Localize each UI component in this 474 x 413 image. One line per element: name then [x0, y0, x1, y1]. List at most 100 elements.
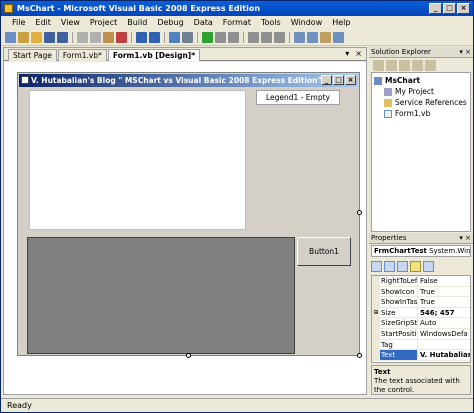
find-icon[interactable] — [182, 32, 193, 43]
designed-form[interactable]: V. Hutabalian's Blog " MSChart vs Visual… — [17, 72, 360, 356]
panel-control[interactable] — [27, 237, 295, 354]
menu-debug[interactable]: Debug — [152, 16, 188, 30]
properties-icon[interactable] — [373, 59, 384, 71]
cut-icon[interactable] — [77, 32, 88, 43]
redo-icon[interactable] — [149, 32, 160, 43]
new-project-icon[interactable] — [5, 32, 16, 43]
tree-item-my-project[interactable]: My Project — [374, 86, 468, 97]
expand-icon[interactable]: ⊞ — [372, 307, 380, 318]
property-row[interactable]: ⊞ Size 546; 457 — [372, 307, 470, 319]
undo-icon[interactable] — [136, 32, 147, 43]
property-pages-icon[interactable] — [423, 260, 434, 272]
object-name: FrmChartTest — [374, 247, 427, 255]
menu-window[interactable]: Window — [286, 16, 328, 30]
properties-icon[interactable] — [307, 32, 318, 43]
step-into-icon[interactable] — [248, 32, 259, 43]
toolbar-separator — [289, 32, 290, 43]
property-row[interactable]: SizeGripStyleAuto — [372, 318, 470, 329]
add-item-icon[interactable] — [18, 32, 29, 43]
toolbar-separator — [131, 32, 132, 43]
resize-handle-corner[interactable] — [357, 353, 362, 358]
status-text: Ready — [7, 401, 32, 410]
property-value: V. Hutabalian — [420, 351, 470, 360]
menu-view[interactable]: View — [56, 16, 85, 30]
form-designer-surface[interactable]: V. Hutabalian's Blog " MSChart vs Visual… — [4, 62, 366, 394]
project-icon — [374, 76, 382, 85]
properties-view-icon[interactable] — [397, 260, 408, 272]
menu-help[interactable]: Help — [327, 16, 355, 30]
tree-item-project[interactable]: MsChart — [374, 75, 468, 86]
delete-icon[interactable] — [116, 32, 127, 43]
chart-control[interactable] — [29, 90, 246, 230]
step-out-icon[interactable] — [274, 32, 285, 43]
property-row[interactable]: Tag — [372, 339, 470, 351]
navigate-icon[interactable] — [169, 32, 180, 43]
solution-explorer-title: Solution Explorer — [371, 48, 431, 56]
menu-data[interactable]: Data — [189, 16, 218, 30]
tree-item-label: Form1.vb — [395, 109, 431, 118]
paste-icon[interactable] — [103, 32, 114, 43]
form-close-button[interactable]: × — [345, 75, 356, 85]
close-icon[interactable]: × — [355, 49, 362, 58]
minimize-button[interactable]: _ — [429, 3, 442, 14]
tree-item-service-references[interactable]: Service References — [374, 97, 468, 108]
title-bar: MsChart - Microsoft Visual Basic 2008 Ex… — [1, 1, 473, 16]
property-value — [418, 340, 470, 350]
show-all-files-icon[interactable] — [386, 59, 397, 71]
property-name: ShowIcon — [380, 286, 418, 297]
property-row-selected[interactable]: Text V. Hutabalian — [372, 350, 470, 361]
chevron-down-icon[interactable]: ▾ — [345, 49, 349, 58]
maximize-button[interactable]: □ — [443, 3, 456, 14]
form-title-bar: V. Hutabalian's Blog " MSChart vs Visual… — [19, 74, 358, 87]
tab-form1-design[interactable]: Form1.vb [Design]* — [107, 49, 201, 61]
toolbox-icon[interactable] — [320, 32, 331, 43]
property-name: Text — [380, 350, 418, 360]
solution-explorer-header: Solution Explorer ▾ × — [369, 47, 473, 58]
close-icon[interactable]: ▾ × — [459, 47, 471, 58]
menu-edit[interactable]: Edit — [30, 16, 56, 30]
tab-start-page[interactable]: Start Page — [8, 49, 57, 61]
copy-icon[interactable] — [90, 32, 101, 43]
menu-project[interactable]: Project — [85, 16, 122, 30]
close-icon[interactable]: ▾ × — [459, 233, 471, 244]
categorized-icon[interactable] — [371, 260, 382, 272]
open-file-icon[interactable] — [31, 32, 42, 43]
resize-handle-right[interactable] — [357, 210, 362, 215]
start-debugging-icon[interactable] — [202, 32, 213, 43]
property-row[interactable]: ShowIcon True — [372, 286, 470, 298]
chart-legend[interactable]: Legend1 - Empty — [256, 90, 340, 105]
alphabetical-icon[interactable] — [384, 260, 395, 272]
menu-build[interactable]: Build — [122, 16, 152, 30]
refresh-icon[interactable] — [399, 59, 410, 71]
standard-toolbar — [1, 30, 473, 46]
resize-handle-bottom[interactable] — [186, 353, 191, 358]
document-tabs: Start Page Form1.vb* Form1.vb [Design]* … — [4, 48, 366, 61]
view-designer-icon[interactable] — [425, 59, 436, 71]
tab-form1-code[interactable]: Form1.vb* — [57, 49, 107, 61]
property-value: True — [420, 287, 435, 296]
menu-file[interactable]: File — [7, 16, 30, 30]
property-row[interactable]: RightToLeftLFalse — [372, 276, 470, 287]
save-all-icon[interactable] — [57, 32, 68, 43]
save-icon[interactable] — [44, 32, 55, 43]
step-over-icon[interactable] — [261, 32, 272, 43]
events-icon[interactable] — [410, 260, 421, 272]
status-bar: Ready — [1, 398, 473, 412]
properties-title: Properties — [371, 234, 407, 242]
view-code-icon[interactable] — [412, 59, 423, 71]
menu-tools[interactable]: Tools — [256, 16, 286, 30]
close-button[interactable]: × — [457, 3, 470, 14]
property-row[interactable]: ShowInTasklTrue — [372, 297, 470, 308]
property-row[interactable]: StartPositionWindowsDefa — [372, 328, 470, 340]
solution-explorer-icon[interactable] — [294, 32, 305, 43]
pause-icon[interactable] — [215, 32, 226, 43]
object-browser-icon[interactable] — [333, 32, 344, 43]
menu-format[interactable]: Format — [218, 16, 256, 30]
form-maximize-button[interactable]: □ — [333, 75, 344, 85]
properties-object-selector[interactable]: FrmChartTest System.Windows — [371, 245, 471, 257]
document-area: Start Page Form1.vb* Form1.vb [Design]* … — [3, 47, 367, 395]
tree-item-form1[interactable]: Form1.vb — [374, 108, 468, 119]
stop-icon[interactable] — [228, 32, 239, 43]
button1[interactable]: Button1 — [297, 237, 351, 266]
form-minimize-button[interactable]: _ — [321, 75, 332, 85]
